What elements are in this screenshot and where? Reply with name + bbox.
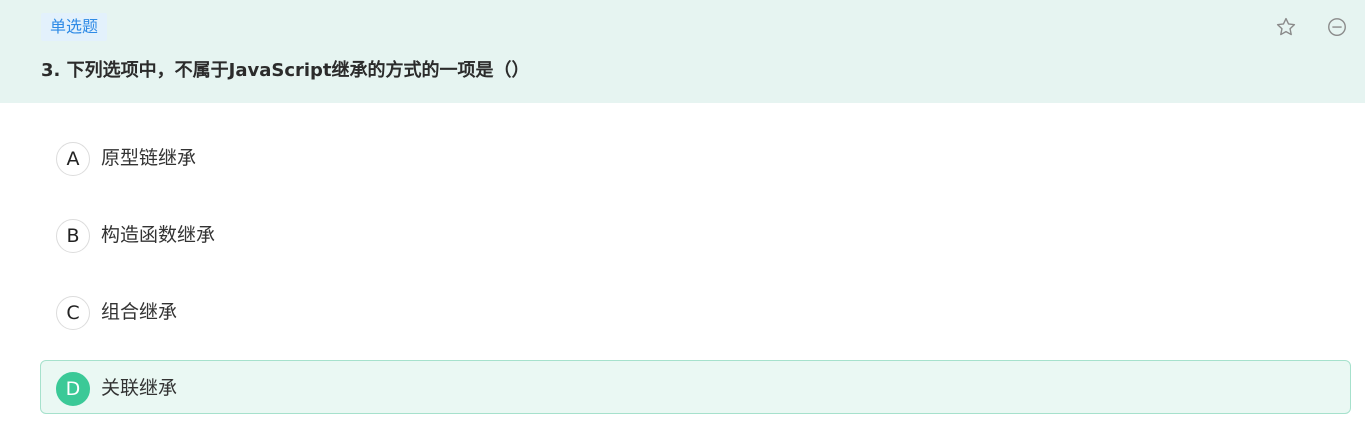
- option-c[interactable]: C 组合继承: [40, 284, 1351, 338]
- question-type-tag: 单选题: [41, 13, 108, 41]
- option-letter: B: [56, 219, 90, 253]
- minus-circle-icon[interactable]: [1326, 16, 1348, 38]
- star-icon[interactable]: [1275, 16, 1297, 38]
- question-title: 3. 下列选项中，不属于JavaScript继承的方式的一项是（）: [41, 60, 530, 81]
- option-letter: C: [56, 296, 90, 330]
- option-a[interactable]: A 原型链继承: [40, 130, 1351, 184]
- option-text: 原型链继承: [101, 147, 197, 169]
- option-letter: A: [56, 142, 90, 176]
- option-d[interactable]: D 关联继承: [40, 360, 1351, 414]
- option-text: 构造函数继承: [101, 224, 216, 246]
- option-letter: D: [56, 372, 90, 406]
- question-header: 单选题 3. 下列选项中，不属于JavaScript继承的方式的一项是（）: [0, 0, 1365, 103]
- option-b[interactable]: B 构造函数继承: [40, 207, 1351, 261]
- option-text: 组合继承: [101, 301, 178, 323]
- option-text: 关联继承: [101, 377, 178, 399]
